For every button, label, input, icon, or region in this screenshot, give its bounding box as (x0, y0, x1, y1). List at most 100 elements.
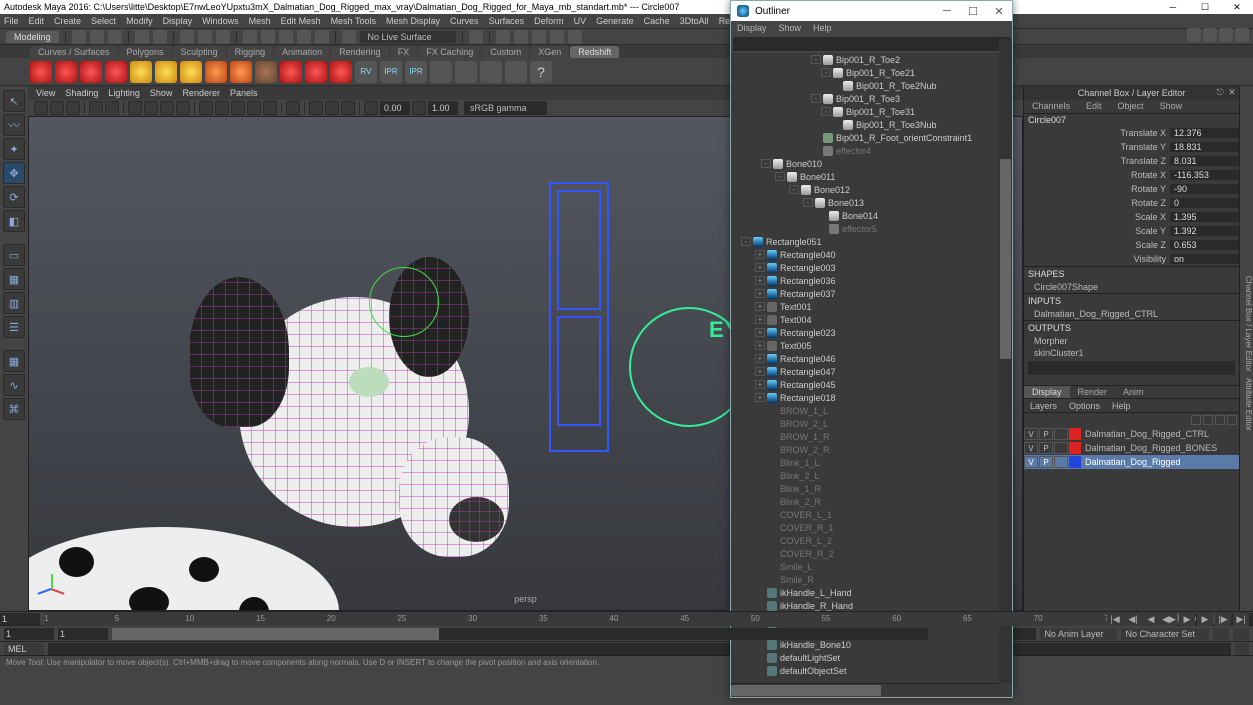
shelf-btn-rv[interactable]: RV (355, 61, 377, 83)
outliner-item[interactable]: effector4 (731, 144, 1012, 157)
outliner-item[interactable]: + Rectangle037 (731, 287, 1012, 300)
layout-single[interactable]: ▭ (3, 244, 25, 266)
film-gate-icon[interactable] (144, 101, 158, 115)
expand-toggle[interactable]: - (803, 198, 813, 207)
undo-icon[interactable] (135, 30, 149, 44)
menu-file[interactable]: File (4, 16, 19, 26)
menu-mesh-display[interactable]: Mesh Display (386, 16, 440, 26)
cb-close-icon[interactable]: ✕ (1227, 87, 1237, 97)
outliner-item[interactable]: - Bip001_R_Toe21 (731, 66, 1012, 79)
xray-components-icon[interactable] (341, 101, 355, 115)
xray-joints-icon[interactable] (325, 101, 339, 115)
menu-surfaces[interactable]: Surfaces (489, 16, 525, 26)
expand-toggle[interactable]: + (755, 250, 765, 259)
outliner-search[interactable] (733, 37, 1010, 51)
outliner-item[interactable]: - Bone012 (731, 183, 1012, 196)
layout-persp[interactable]: ▥ (3, 292, 25, 314)
layer-display-type[interactable] (1054, 428, 1068, 440)
expand-toggle[interactable]: + (755, 367, 765, 376)
expand-toggle[interactable]: + (755, 302, 765, 311)
layer-move-up-icon[interactable] (1191, 415, 1201, 425)
shelf-tab-curves[interactable]: Curves / Surfaces (30, 46, 118, 58)
menu-modify[interactable]: Modify (126, 16, 153, 26)
menu-curves[interactable]: Curves (450, 16, 479, 26)
anim-layer-combo[interactable]: No Anim Layer (1040, 628, 1117, 640)
menu-mesh-tools[interactable]: Mesh Tools (331, 16, 376, 26)
rotate-tool[interactable]: ⟳ (3, 186, 25, 208)
time-ruler[interactable]: 15101520253035404550556065707580 (44, 612, 1175, 626)
outliner-item[interactable]: Blink_2_R (731, 495, 1012, 508)
shelf-btn-7[interactable] (180, 61, 202, 83)
shelf-btn-3[interactable] (80, 61, 102, 83)
colorspace-combo[interactable]: sRGB gamma (464, 101, 547, 115)
outliner-item[interactable]: + Rectangle047 (731, 365, 1012, 378)
toggle-curves[interactable]: ∿ (3, 374, 25, 396)
outliner-item[interactable]: Bip001_R_Toe2Nub (731, 79, 1012, 92)
menu-uv[interactable]: UV (574, 16, 587, 26)
gate-mask-icon[interactable] (176, 101, 190, 115)
shelf-tab-rigging[interactable]: Rigging (227, 46, 274, 58)
redo-icon[interactable] (153, 30, 167, 44)
mel-label[interactable]: MEL (4, 643, 44, 655)
cb-output-2[interactable]: skinCluster1 (1024, 347, 1239, 359)
time-start-field[interactable]: 1 (0, 613, 40, 625)
outliner-item[interactable]: + Rectangle046 (731, 352, 1012, 365)
layer-menu-help[interactable]: Help (1112, 401, 1131, 411)
layer-playback-toggle[interactable]: P (1039, 456, 1053, 468)
outliner-item[interactable]: + Text001 (731, 300, 1012, 313)
snap-plane-icon[interactable] (297, 30, 311, 44)
layout-four[interactable]: ▦ (3, 268, 25, 290)
snap-point-icon[interactable] (279, 30, 293, 44)
layer-tab-display[interactable]: Display (1024, 386, 1070, 398)
outliner-item[interactable]: ikHandle_Bone10 (731, 638, 1012, 651)
dalmatian-rig[interactable] (39, 267, 539, 611)
layer-name[interactable]: Dalmatian_Dog_Rigged_BONES (1081, 443, 1239, 453)
shelf-btn-6[interactable] (155, 61, 177, 83)
shelf-btn-10[interactable] (255, 61, 277, 83)
lasso-tool[interactable]: 〰 (3, 114, 25, 136)
prefs-icon[interactable] (1233, 628, 1249, 640)
step-forward-key-icon[interactable]: |▶ (1215, 612, 1231, 626)
outliner-item[interactable]: defaultLightSet (731, 651, 1012, 664)
script-editor-icon[interactable] (1235, 643, 1249, 655)
shelf-btn-1[interactable] (30, 61, 52, 83)
outliner-item[interactable]: Blink_1_R (731, 482, 1012, 495)
menu-set-dropdown[interactable]: Modeling (6, 31, 59, 43)
toggle-tool-settings-icon[interactable] (1219, 28, 1233, 42)
shelf-tab-fx[interactable]: FX (390, 46, 418, 58)
layer-row[interactable]: V P Dalmatian_Dog_Rigged_BONES (1024, 441, 1239, 455)
outliner-item[interactable]: Bip001_R_Toe3Nub (731, 118, 1012, 131)
toggle-channel-box-icon[interactable] (1235, 28, 1249, 42)
layer-create-empty-icon[interactable] (1215, 415, 1225, 425)
cb-attr-value[interactable]: 1.395 (1170, 212, 1239, 222)
shelf-tab-animation[interactable]: Animation (274, 46, 330, 58)
panel-menu-show[interactable]: Show (150, 88, 173, 98)
layer-move-down-icon[interactable] (1203, 415, 1213, 425)
snap-curve-icon[interactable] (261, 30, 275, 44)
range-start-field[interactable]: 1 (4, 628, 54, 640)
outliner-item[interactable]: Smile_R (731, 573, 1012, 586)
panel-menu-lighting[interactable]: Lighting (108, 88, 140, 98)
outliner-item[interactable]: COVER_L_2 (731, 534, 1012, 547)
shelf-btn-help[interactable]: ? (530, 61, 552, 83)
window-maximize[interactable]: ☐ (1189, 0, 1221, 14)
outliner-item[interactable]: COVER_R_2 (731, 547, 1012, 560)
outliner-item[interactable]: Bip001_R_Foot_orientConstraint1 (731, 131, 1012, 144)
menu-edit-mesh[interactable]: Edit Mesh (281, 16, 321, 26)
shelf-btn-15[interactable] (455, 61, 477, 83)
outliner-item[interactable]: + Rectangle040 (731, 248, 1012, 261)
bookmark-icon[interactable] (50, 101, 64, 115)
smooth-shade-icon[interactable] (215, 101, 229, 115)
expand-toggle[interactable]: - (775, 172, 785, 181)
shelf-btn-5[interactable] (130, 61, 152, 83)
cb-attr-value[interactable]: -90 (1170, 184, 1239, 194)
live-surface-combo[interactable]: No Live Surface (360, 31, 456, 43)
expand-toggle[interactable]: + (755, 315, 765, 324)
outliner-item[interactable]: ikHandle_L_Hand (731, 586, 1012, 599)
outliner-item[interactable]: Blink_1_L (731, 456, 1012, 469)
lasso-icon[interactable] (198, 30, 212, 44)
outliner-item[interactable]: + Rectangle023 (731, 326, 1012, 339)
expand-toggle[interactable]: + (755, 263, 765, 272)
time-slider[interactable]: 1 15101520253035404550556065707580 120 1… (0, 611, 1253, 625)
expand-toggle[interactable]: + (755, 328, 765, 337)
